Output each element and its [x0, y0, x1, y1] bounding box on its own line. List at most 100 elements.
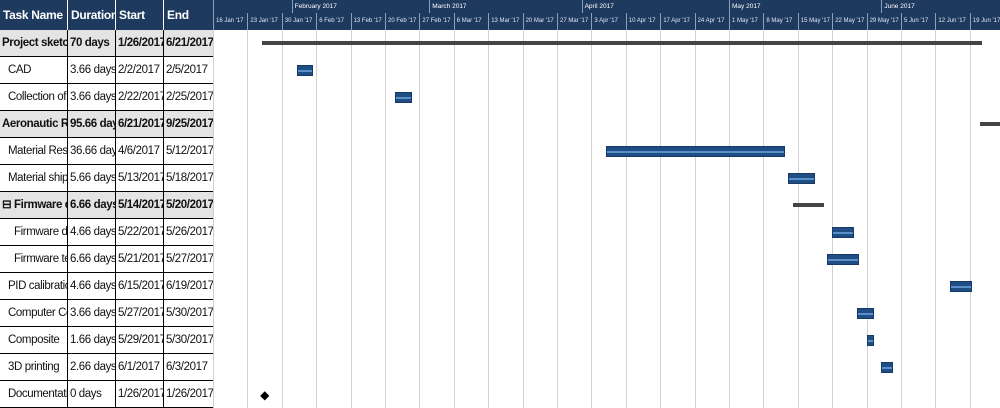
week-gridline: [453, 30, 455, 408]
week-header-cell: 27 Mar '17: [557, 13, 592, 30]
task-duration-cell: 3.66 days: [68, 84, 116, 111]
week-header-cell: 20 Feb '17: [385, 13, 420, 30]
task-row[interactable]: Firmware deb...4.66 days5/22/20175/26/20…: [0, 219, 213, 246]
task-name-cell: Project sketcup: [0, 30, 68, 57]
task-start-cell: 5/27/2017: [116, 300, 164, 327]
week-header-cell: 15 May '17: [797, 13, 833, 30]
task-duration-cell: 3.66 days: [68, 300, 116, 327]
task-row[interactable]: Collection of C...3.66 days2/22/20172/25…: [0, 84, 213, 111]
task-name-cell: Computer Cont...: [0, 300, 68, 327]
month-header-cell: February 2017: [291, 0, 430, 13]
week-gridline: [694, 30, 696, 408]
task-row[interactable]: ⊟ Firmware dev...6.66 days5/14/20175/20/…: [0, 192, 213, 219]
task-end-cell: 9/25/2017: [166, 118, 213, 130]
week-header-cell: 1 May '17: [729, 13, 764, 30]
task-name-cell: Firmware deb...: [0, 219, 68, 246]
summary-bar[interactable]: [979, 122, 1000, 126]
task-row[interactable]: Firmware test...6.66 days5/21/20175/27/2…: [0, 246, 213, 273]
week-gridline: [901, 30, 902, 408]
task-start-cell: 5/14/2017: [116, 192, 164, 219]
col-header-start[interactable]: Start: [116, 0, 164, 30]
task-row[interactable]: Material shipping5.66 days5/13/20175/18/…: [0, 165, 213, 192]
month-header-cell: [213, 0, 292, 13]
task-bar[interactable]: [606, 146, 786, 157]
task-duration-cell: 6.66 days: [68, 192, 116, 219]
task-name-cell: Composite: [0, 327, 68, 354]
task-duration-cell: 4.66 days: [68, 273, 116, 300]
task-row[interactable]: Material Resea...36.66 days4/6/20175/12/…: [0, 138, 213, 165]
task-start-cell: 5/29/2017: [116, 327, 164, 354]
task-row[interactable]: PID calibration4.66 days6/15/20176/19/20…: [0, 273, 213, 300]
week-gridline: [213, 30, 214, 408]
task-bar[interactable]: [827, 254, 859, 265]
week-header-cell: 3 Apr '17: [591, 13, 626, 30]
week-header-cell: 10 Apr '17: [625, 13, 661, 30]
task-start-cell: 5/22/2017: [116, 219, 164, 246]
week-header-cell: 6 Feb '17: [316, 13, 351, 30]
task-start-cell: 2/22/2017: [116, 84, 164, 111]
task-start-cell: 5/21/2017: [116, 246, 164, 273]
task-row[interactable]: Project sketcup70 days1/26/20176/21/2017: [0, 30, 213, 57]
task-bar[interactable]: [950, 281, 972, 292]
task-duration-cell: 95.66 days: [68, 111, 116, 138]
week-gridline: [281, 30, 283, 408]
task-bar[interactable]: [866, 335, 874, 346]
task-start-cell: 5/13/2017: [116, 165, 164, 192]
week-gridline: [591, 30, 593, 408]
task-bar[interactable]: [881, 362, 894, 373]
task-duration-cell: 6.66 days: [68, 246, 116, 273]
col-header-duration[interactable]: Duration: [68, 0, 118, 30]
task-duration-cell: 3.66 days: [68, 57, 116, 84]
task-row[interactable]: CAD 3.66 days 2/2/2017 2/5/2017: [0, 57, 213, 84]
task-duration-cell: 36.66 days: [68, 138, 116, 165]
week-header-cell: 5 Jun '17: [901, 13, 936, 30]
task-duration-cell: 70 days: [68, 30, 116, 57]
week-header-cell: 12 Jun '17: [935, 13, 970, 30]
week-gridline: [488, 30, 490, 408]
task-name-cell: Firmware test...: [0, 246, 68, 273]
task-end-cell: 6/3/2017: [166, 361, 208, 373]
task-row[interactable]: Aeronautic Res...95.66 days6/21/20179/25…: [0, 111, 213, 138]
week-gridline: [935, 30, 937, 408]
summary-bar[interactable]: [262, 41, 982, 45]
task-bar[interactable]: [856, 308, 874, 319]
week-header-cell: 17 Apr '17: [660, 13, 695, 30]
summary-bar[interactable]: [792, 203, 825, 207]
task-end-cell: 2/5/2017: [166, 64, 208, 76]
month-header-cell: April 2017: [581, 0, 729, 13]
task-name-cell: Material shipping: [0, 165, 68, 192]
task-bar[interactable]: [296, 65, 314, 76]
week-header-cell: 27 Feb '17: [419, 13, 454, 30]
week-gridline: [729, 30, 730, 408]
week-gridline: [625, 30, 627, 408]
task-row[interactable]: Documentation0 days1/26/20171/26/2017: [0, 381, 213, 408]
task-bar[interactable]: [787, 173, 815, 184]
task-end-cell: 5/30/2017: [166, 334, 213, 346]
task-row[interactable]: Composite 1.66 days 5/29/2017 5/30/2017: [0, 327, 213, 354]
gantt-chart: February 2017 March 2017 April 2017 May 201…: [213, 0, 1000, 408]
task-duration-cell: 4.66 days: [68, 219, 116, 246]
week-gridline: [522, 30, 524, 408]
task-end-cell: 5/26/2017: [166, 226, 213, 238]
week-header-cell: 23 Jan '17: [247, 13, 282, 30]
task-start-cell: 1/26/2017: [116, 381, 164, 408]
task-start-cell: 6/15/2017: [116, 273, 164, 300]
task-bar[interactable]: [394, 92, 412, 103]
week-header-cell: 20 Mar '17: [522, 13, 557, 30]
task-name-cell: Collection of C...: [0, 84, 68, 111]
task-bar[interactable]: [832, 227, 854, 238]
task-duration-cell: 2.66 days: [68, 354, 116, 381]
task-end-cell: 6/21/2017: [166, 37, 213, 49]
task-start-cell: 4/6/2017: [116, 138, 164, 165]
task-end-cell: 2/25/2017: [166, 91, 213, 103]
task-row[interactable]: Computer Cont...3.66 days5/27/20175/30/2…: [0, 300, 213, 327]
diamond-milestone-icon[interactable]: ◆: [260, 389, 269, 401]
col-header-task-name[interactable]: Task Name: [0, 0, 68, 30]
task-duration-cell: 1.66 days: [68, 327, 116, 354]
task-end-cell: 6/19/2017: [166, 280, 213, 292]
col-header-end[interactable]: End: [164, 0, 213, 30]
task-end-cell: 5/30/2017: [166, 307, 213, 319]
week-gridline: [419, 30, 421, 408]
task-end-cell: 5/18/2017: [166, 172, 213, 184]
task-row[interactable]: 3D printing 2.66 days 6/1/2017 6/3/2017: [0, 354, 213, 381]
